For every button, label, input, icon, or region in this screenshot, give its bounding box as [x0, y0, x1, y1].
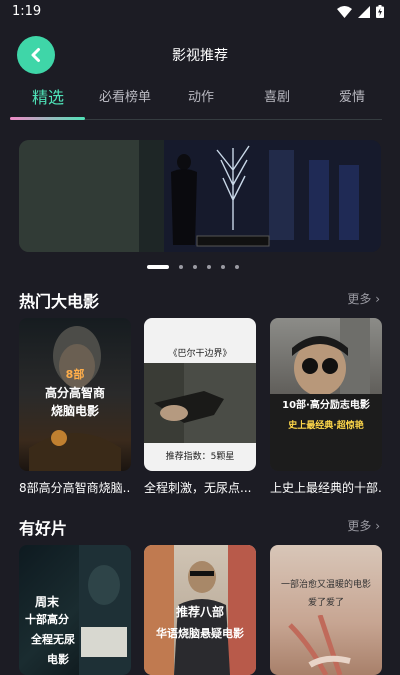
wifi-icon: [337, 5, 352, 18]
category-tabs: 精选 必看榜单 动作 喜剧 爱情: [0, 80, 400, 120]
chevron-right-icon: ›: [375, 519, 380, 533]
poster-title: 电影: [47, 653, 69, 666]
movie-caption: 全程刺激，无尿点...: [144, 481, 252, 495]
poster-title: 一部治愈又温暖的电影: [280, 580, 371, 590]
poster-title: 十部高分: [25, 613, 69, 626]
movie-poster: 10部·高分励志电影 史上最经典·超惊艳: [270, 318, 382, 471]
poster-title: 全程无尿: [31, 633, 75, 646]
banner-carousel[interactable]: [19, 140, 381, 252]
movie-poster: 周末 十部高分 全程无尿 电影: [19, 545, 131, 675]
section-title-hot-movies: 热门大电影: [19, 292, 100, 311]
movie-poster: 8部 高分高智商 烧脑电影: [19, 318, 131, 471]
tab-featured[interactable]: 精选: [8, 84, 88, 108]
poster-title: 10部·高分励志电影: [282, 400, 370, 411]
tab-must-watch[interactable]: 必看榜单: [85, 86, 165, 105]
tab-romance[interactable]: 爱情: [312, 86, 392, 105]
movie-card[interactable]: 8部 高分高智商 烧脑电影 8部高分高智商烧脑...: [19, 318, 131, 496]
poster-image: [144, 363, 256, 443]
chevron-right-icon: ›: [375, 292, 380, 306]
poster-rating: 推荐指数：5颗星: [165, 452, 235, 462]
movie-card[interactable]: 推荐八部 华语烧脑悬疑电影: [144, 545, 256, 675]
poster-image: [288, 615, 351, 675]
movie-poster: 一部治愈又温暖的电影 爱了爱了: [270, 545, 382, 675]
tab-comedy[interactable]: 喜剧: [237, 86, 317, 105]
carousel-dot[interactable]: [235, 265, 239, 269]
poster-title: 周末: [35, 595, 60, 609]
carousel-dot[interactable]: [147, 265, 169, 269]
movie-poster: 推荐八部 华语烧脑悬疑电影: [144, 545, 256, 675]
status-bar: 1:19: [0, 0, 400, 24]
header: 影视推荐: [0, 30, 400, 80]
poster-title: 烧脑电影: [50, 404, 99, 418]
more-label: 更多: [347, 292, 372, 306]
movie-poster: 《巴尔干边界》 推荐指数：5颗星: [144, 318, 256, 471]
more-label: 更多: [347, 519, 372, 533]
page-title: 影视推荐: [172, 48, 228, 64]
carousel-dot[interactable]: [221, 265, 225, 269]
movie-card[interactable]: 10部·高分励志电影 史上最经典·超惊艳 上史上最经典的十部...: [270, 318, 382, 496]
carousel-dot[interactable]: [207, 265, 211, 269]
poster-title: 8部: [65, 368, 85, 381]
status-time: 1:19: [12, 4, 42, 19]
movie-caption: 8部高分高智商烧脑...: [19, 481, 131, 495]
carousel-dot[interactable]: [193, 265, 197, 269]
movie-card[interactable]: 周末 十部高分 全程无尿 电影: [19, 545, 131, 675]
poster-subtitle: 爱了爱了: [307, 598, 344, 608]
status-icons: [337, 5, 384, 18]
movie-card[interactable]: 一部治愈又温暖的电影 爱了爱了: [270, 545, 382, 675]
movie-caption: 上史上最经典的十部...: [270, 481, 382, 495]
battery-icon: [376, 5, 384, 18]
poster-title: 高分高智商: [44, 386, 105, 400]
poster-title: 华语烧脑悬疑电影: [156, 627, 244, 640]
more-link-good-films[interactable]: 更多 ›: [347, 517, 380, 534]
poster-title: 推荐八部: [175, 605, 224, 619]
active-tab-indicator: [10, 117, 85, 120]
signal-icon: [358, 5, 370, 18]
poster-subtitle: 史上最经典·超惊艳: [288, 421, 364, 431]
tab-action[interactable]: 动作: [161, 86, 241, 105]
carousel-dot[interactable]: [179, 265, 183, 269]
banner-image: [19, 140, 381, 252]
movie-card[interactable]: 《巴尔干边界》 推荐指数：5颗星 全程刺激，无尿点...: [144, 318, 256, 496]
poster-image: [270, 318, 382, 471]
more-link-hot-movies[interactable]: 更多 ›: [347, 290, 380, 307]
carousel-indicator: [147, 265, 239, 269]
poster-title: 《巴尔干边界》: [168, 349, 232, 359]
section-title-good-films: 有好片: [19, 519, 68, 538]
